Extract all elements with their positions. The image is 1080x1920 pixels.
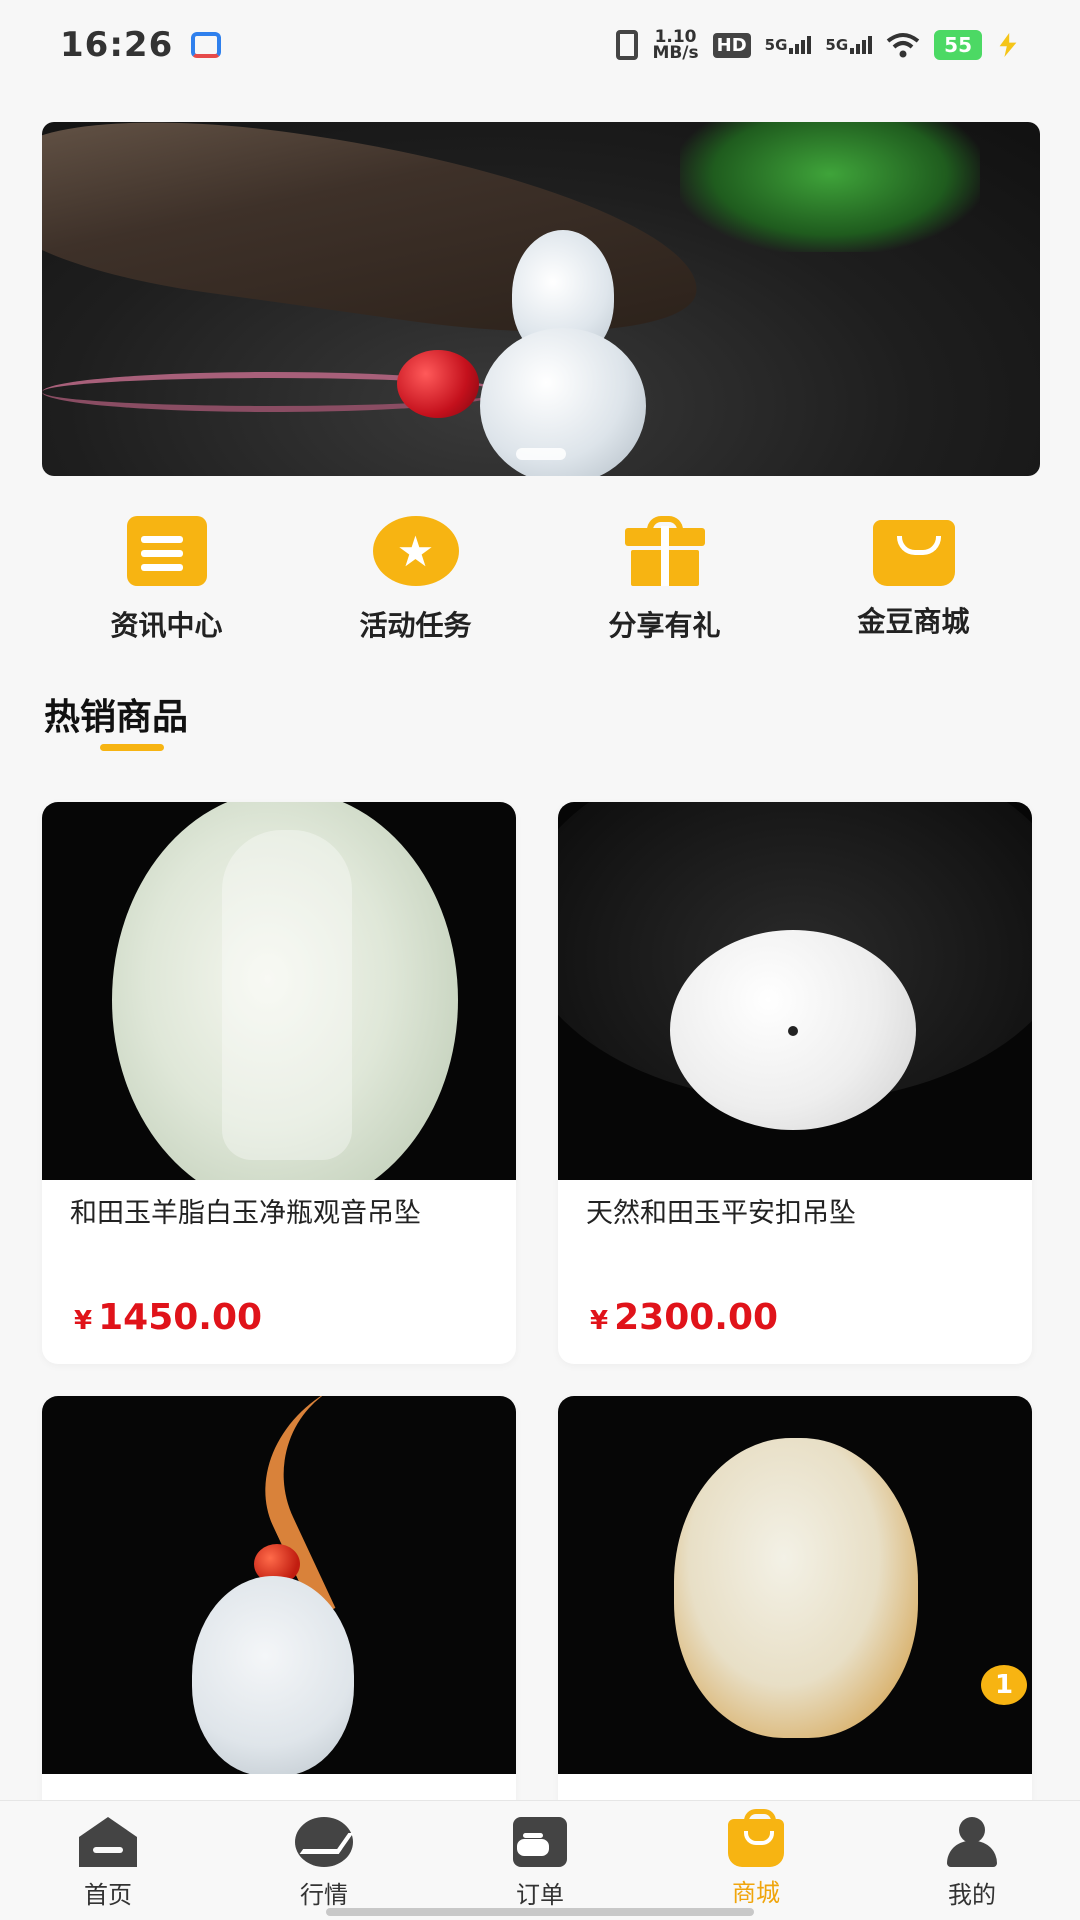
vibrate-icon xyxy=(616,30,639,60)
product-info: 天然和田玉平安扣吊坠 ¥2300.00 xyxy=(558,1180,1032,1364)
product-price: ¥2300.00 xyxy=(590,1297,778,1338)
price-value: 1450.00 xyxy=(98,1297,263,1338)
quick-nav: 资讯中心 ★ 活动任务 分享有礼 金豆商城 xyxy=(0,516,1080,656)
tab-market[interactable]: 行情 xyxy=(244,1817,404,1920)
5g-signal-icon: 5G xyxy=(765,36,812,54)
hd-icon: HD xyxy=(712,32,751,58)
quick-nav-label: 资讯中心 xyxy=(110,609,223,642)
banner-image-leaves xyxy=(680,122,980,252)
tab-orders[interactable]: 订单 xyxy=(460,1817,620,1920)
product-image xyxy=(42,802,516,1180)
tab-profile[interactable]: 我的 xyxy=(892,1817,1052,1920)
user-icon xyxy=(943,1817,1001,1867)
wifi-icon xyxy=(886,33,920,58)
banner-carousel[interactable] xyxy=(42,122,1040,476)
tab-label: 行情 xyxy=(300,1881,348,1909)
section-title: 热销商品 xyxy=(44,697,189,738)
status-left: 16:26 xyxy=(60,25,222,65)
quick-nav-tasks[interactable]: ★ 活动任务 xyxy=(316,516,516,656)
banner-page-indicator xyxy=(516,448,566,460)
tab-label: 我的 xyxy=(948,1881,996,1909)
tab-label: 订单 xyxy=(516,1881,564,1909)
status-right: 1.10 MB/s HD 5G 5G 55 xyxy=(616,29,1020,63)
product-image xyxy=(42,1396,516,1774)
trend-icon xyxy=(295,1817,353,1867)
shop-icon xyxy=(728,1809,784,1867)
bottom-nav: 首页 行情 订单 商城 我的 xyxy=(0,1800,1080,1920)
product-image xyxy=(558,802,1032,1180)
product-card[interactable]: 天然和田玉平安扣吊坠 ¥2300.00 xyxy=(558,802,1032,1364)
signal-label: 5G xyxy=(764,36,788,54)
currency-symbol: ¥ xyxy=(74,1306,93,1336)
banner-image-bead xyxy=(397,350,479,418)
product-price: ¥1450.00 xyxy=(74,1297,262,1338)
tab-label: 首页 xyxy=(84,1881,132,1909)
shopping-bag-icon xyxy=(872,520,955,586)
gift-icon xyxy=(624,516,705,586)
status-time: 16:26 xyxy=(60,25,174,65)
news-icon xyxy=(126,516,207,586)
network-speed-unit: MB/s xyxy=(652,43,699,63)
price-value: 2300.00 xyxy=(614,1297,779,1338)
quick-nav-mall[interactable]: 金豆商城 xyxy=(814,516,1014,656)
product-name: 和田玉羊脂白玉净瓶观音吊坠 xyxy=(70,1198,421,1229)
tab-shop[interactable]: 商城 xyxy=(676,1809,836,1920)
home-indicator[interactable] xyxy=(326,1908,754,1916)
quick-nav-label: 金豆商城 xyxy=(857,605,970,638)
signal-label: 5G xyxy=(825,36,849,54)
product-name: 天然和田玉平安扣吊坠 xyxy=(586,1198,856,1229)
battery-icon: 55 xyxy=(934,30,982,60)
product-card[interactable]: 和田玉羊脂白玉净瓶观音吊坠 ¥1450.00 xyxy=(42,802,516,1364)
star-icon: ★ xyxy=(372,516,459,586)
quick-nav-label: 活动任务 xyxy=(359,609,472,642)
tab-label: 商城 xyxy=(732,1879,780,1907)
status-bar: 16:26 1.10 MB/s HD 5G 5G 55 xyxy=(0,0,1080,90)
order-icon xyxy=(513,1817,567,1867)
product-info: 和田玉羊脂白玉净瓶观音吊坠 ¥1450.00 xyxy=(42,1180,516,1364)
app-notification-icon xyxy=(191,32,222,58)
quick-nav-label: 分享有礼 xyxy=(608,609,721,642)
tab-home[interactable]: 首页 xyxy=(28,1817,188,1920)
5g-signal-icon: 5G xyxy=(825,36,873,54)
product-image xyxy=(558,1396,1032,1774)
cart-count-badge[interactable]: 1 xyxy=(981,1665,1027,1705)
section-title-underline xyxy=(100,744,164,751)
currency-symbol: ¥ xyxy=(590,1306,609,1336)
home-icon xyxy=(79,1817,137,1867)
network-speed: 1.10 MB/s xyxy=(652,29,699,63)
quick-nav-share[interactable]: 分享有礼 xyxy=(565,516,765,656)
quick-nav-news[interactable]: 资讯中心 xyxy=(67,516,267,656)
charging-icon xyxy=(999,33,1017,57)
